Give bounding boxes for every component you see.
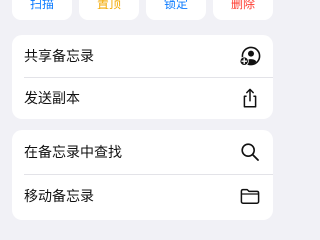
share-upload-icon — [239, 87, 261, 109]
share-menu-group: 共享备忘录 发送副本 — [12, 35, 273, 119]
find-in-note-item[interactable]: 在备忘录中查找 — [12, 130, 273, 174]
move-note-label: 移动备忘录 — [24, 189, 94, 205]
lock-button[interactable]: 锁定 — [146, 0, 206, 20]
pin-button-label: 置顶 — [96, 0, 121, 11]
search-icon — [239, 141, 261, 163]
delete-button[interactable]: 删除 — [213, 0, 273, 20]
send-copy-label: 发送副本 — [24, 91, 80, 107]
quick-actions-bar: 扫描 置顶 锁定 删除 — [12, 0, 273, 20]
folder-icon — [239, 185, 261, 207]
send-copy-item[interactable]: 发送副本 — [12, 77, 273, 119]
find-in-note-label: 在备忘录中查找 — [24, 145, 122, 161]
note-tools-group: 在备忘录中查找 移动备忘录 — [12, 130, 273, 220]
share-person-add-icon — [239, 45, 261, 67]
move-note-item[interactable]: 移动备忘录 — [12, 174, 273, 218]
scan-button[interactable]: 扫描 — [12, 0, 72, 20]
lock-button-label: 锁定 — [163, 0, 188, 11]
share-note-item[interactable]: 共享备忘录 — [12, 35, 273, 77]
pin-button[interactable]: 置顶 — [79, 0, 139, 20]
scan-button-label: 扫描 — [29, 0, 54, 11]
share-note-label: 共享备忘录 — [24, 49, 94, 65]
delete-button-label: 删除 — [230, 0, 255, 11]
